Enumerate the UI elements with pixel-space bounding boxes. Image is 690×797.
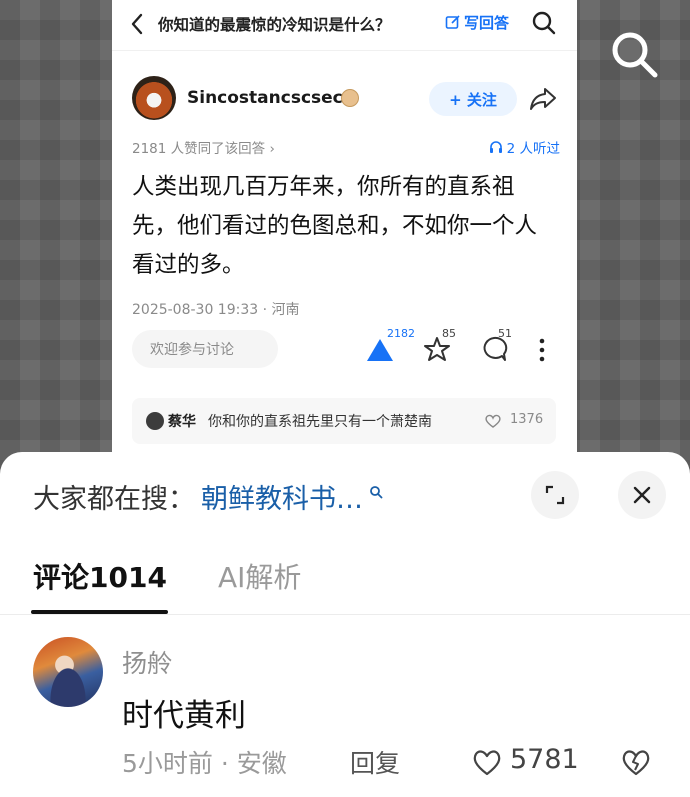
- hot-comment-avatar: [146, 412, 164, 430]
- commenter-name[interactable]: 扬舲: [122, 644, 172, 680]
- answer-meta-row: 2181 人赞同了该回答 › 2 人听过: [132, 137, 560, 157]
- active-tab-indicator: [31, 610, 168, 614]
- expand-button[interactable]: [531, 471, 579, 519]
- commenter-avatar[interactable]: [33, 637, 103, 707]
- share-icon[interactable]: [529, 86, 557, 112]
- author-avatar[interactable]: [132, 76, 176, 120]
- badge-icon: [341, 89, 359, 107]
- answer-body: 人类出现几百万年来，你所有的直系祖先，他们看过的色图总和，不如你一个人看过的多。: [132, 174, 538, 278]
- question-title[interactable]: 你知道的最震惊的冷知识是什么？: [158, 13, 391, 35]
- listen-count[interactable]: 2 人听过: [489, 137, 560, 157]
- author-row: Sincostancscsec + 关注: [112, 76, 577, 124]
- comment-item: 扬舲 时代黄利 5小时前 · 安徽 回复 5781: [0, 632, 690, 797]
- tab-ai-analysis[interactable]: AI解析: [218, 556, 301, 596]
- back-arrow-icon[interactable]: [130, 13, 144, 35]
- comment-like-count: 5781: [510, 744, 579, 775]
- likes-summary[interactable]: 2181 人赞同了该回答 ›: [132, 137, 275, 157]
- follow-button[interactable]: + 关注: [429, 82, 517, 116]
- headphone-icon: [489, 141, 502, 153]
- search-icon[interactable]: [531, 10, 557, 36]
- dislike-broken-heart-icon[interactable]: [620, 747, 652, 777]
- hot-comment-likes: 1376: [510, 412, 544, 427]
- more-options-icon[interactable]: [537, 337, 547, 363]
- author-name[interactable]: Sincostancscsec: [187, 88, 343, 108]
- hot-comment-author: 蔡华: [168, 414, 196, 430]
- post-time-location: 2025-08-30 19:33 · 河南: [132, 302, 300, 318]
- discuss-input[interactable]: 欢迎参与讨论: [132, 330, 278, 368]
- comments-bottom-sheet: 大家都在搜： 朝鲜教科书… 评论1014 AI解析 扬舲 时代黄利 5小时前 ·…: [0, 452, 690, 797]
- comment-text: 时代黄利: [122, 698, 246, 734]
- search-icon[interactable]: [608, 28, 660, 80]
- write-answer-button[interactable]: 写回答: [445, 12, 509, 33]
- edit-icon: [445, 15, 460, 29]
- star-count: 85: [442, 327, 456, 340]
- expand-icon: [545, 485, 565, 505]
- write-answer-label: 写回答: [464, 14, 510, 32]
- sheet-tabs: 评论1014 AI解析: [0, 556, 690, 615]
- question-header: 你知道的最震惊的冷知识是什么？ 写回答: [112, 0, 577, 51]
- answer-screenshot-card: 你知道的最震惊的冷知识是什么？ 写回答 Sincostancscsec + 关注…: [112, 0, 577, 470]
- comment-time-location: 5小时前 · 安徽: [122, 749, 287, 778]
- trending-prefix: 大家都在搜：: [33, 484, 195, 515]
- hot-comment-preview[interactable]: 蔡华 你和你的直系祖先里只有一个萧楚南 1376: [132, 398, 556, 444]
- upvote-count: 2182: [387, 327, 415, 340]
- search-icon: [370, 485, 383, 498]
- reply-button[interactable]: 回复: [350, 744, 400, 780]
- tab-comments[interactable]: 评论1014: [33, 556, 167, 596]
- heart-icon[interactable]: [471, 747, 503, 777]
- trending-search-bar[interactable]: 大家都在搜： 朝鲜教科书…: [33, 477, 383, 516]
- listen-text: 2 人听过: [506, 141, 560, 157]
- close-button[interactable]: [618, 471, 666, 519]
- close-icon: [633, 486, 651, 504]
- trending-keyword[interactable]: 朝鲜教科书…: [201, 477, 363, 516]
- heart-icon[interactable]: [484, 412, 502, 430]
- comment-count: 51: [498, 327, 512, 340]
- hot-comment-text: 你和你的直系祖先里只有一个萧楚南: [208, 414, 432, 430]
